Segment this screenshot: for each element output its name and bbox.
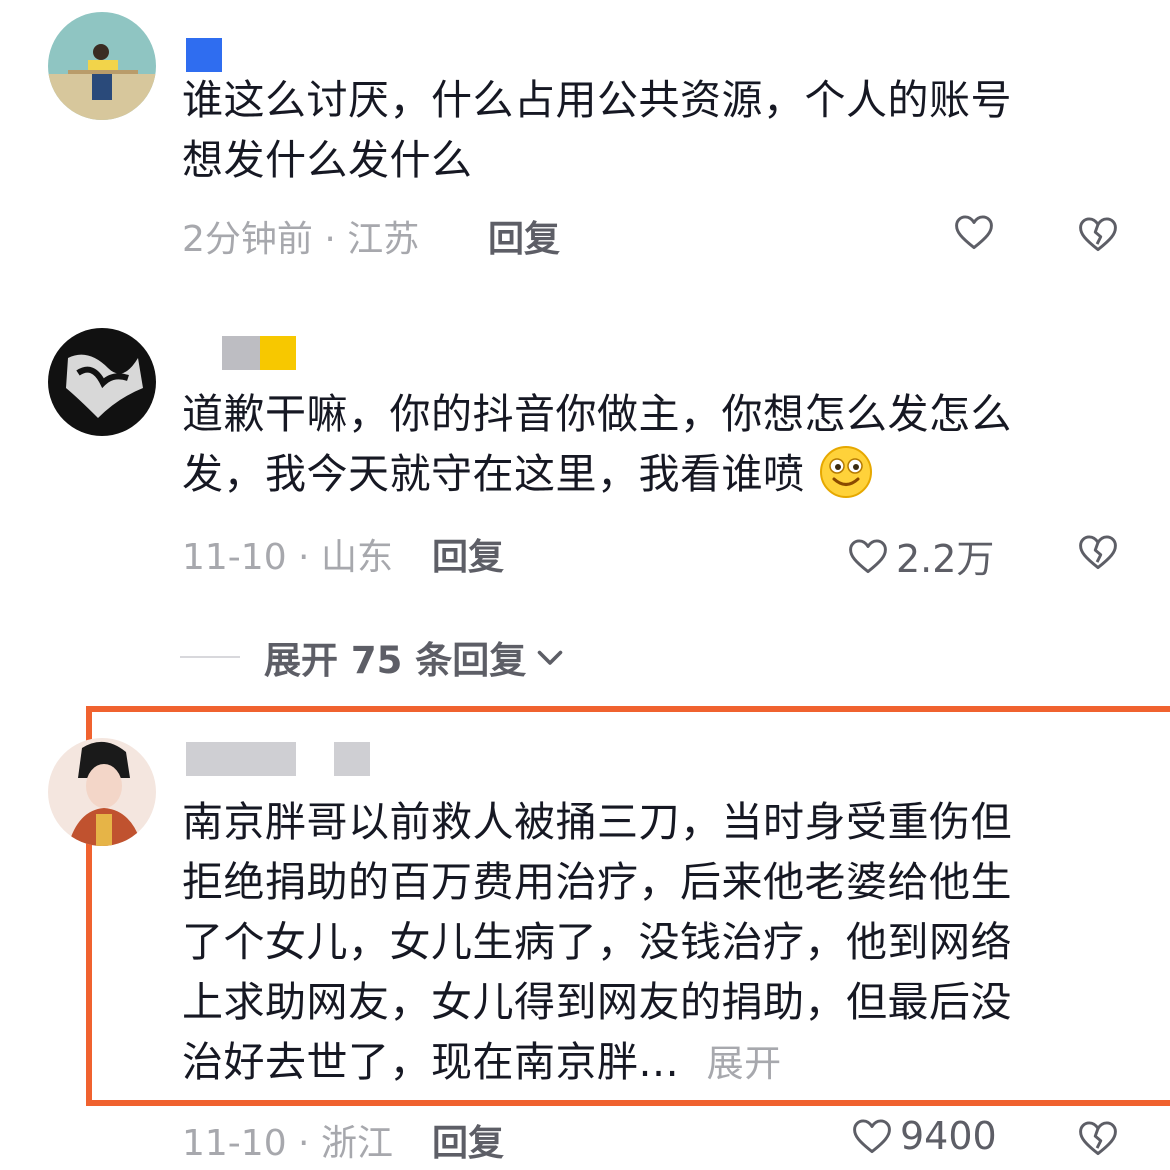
username-blurred xyxy=(186,742,296,776)
like-count: 9400 xyxy=(900,1114,997,1158)
comment-text: 谁这么讨厌，什么占用公共资源，个人的账号 想发什么发什么 xyxy=(182,76,1012,184)
username-blurred xyxy=(222,336,260,370)
broken-heart-icon[interactable] xyxy=(1076,1116,1120,1160)
comment-text: 南京胖哥以前救人被捅三刀，当时身受重伤但 拒绝捐助的百万费用治疗，后来他老婆给他… xyxy=(182,798,1012,1086)
comment-time-location: 11-10 · 山东 xyxy=(182,537,393,578)
expand-replies-button[interactable]: 展开 75 条回复 xyxy=(180,630,568,684)
heart-icon xyxy=(955,215,993,250)
broken-heart-icon[interactable] xyxy=(1076,212,1120,256)
like-button[interactable]: 2.2万 xyxy=(846,528,994,583)
expand-text-button[interactable]: 展开 xyxy=(707,1042,782,1085)
comment-time-location: 2分钟前 · 江苏 xyxy=(182,219,420,260)
expand-replies-label: 展开 75 条回复 xyxy=(264,639,527,682)
like-count: 2.2万 xyxy=(896,537,995,581)
heart-icon xyxy=(853,1119,891,1154)
broken-heart-icon[interactable] xyxy=(1076,530,1120,574)
reply-button[interactable]: 回复 xyxy=(432,528,504,580)
username-blurred xyxy=(334,742,370,776)
reply-button[interactable]: 回复 xyxy=(432,1114,504,1166)
comment-text: 道歉干嘛，你的抖音你做主，你想怎么发怎么 发，我今天就守在这里，我看谁喷 xyxy=(182,390,1012,498)
username-blurred xyxy=(260,336,296,370)
like-button[interactable] xyxy=(952,210,1002,254)
avatar[interactable] xyxy=(48,328,156,436)
chevron-down-icon xyxy=(537,650,563,665)
username-blurred xyxy=(186,38,222,72)
reply-button[interactable]: 回复 xyxy=(488,210,560,262)
like-button[interactable]: 9400 xyxy=(850,1114,997,1158)
comment-time-location: 11-10 · 浙江 xyxy=(182,1123,393,1164)
divider xyxy=(180,656,240,658)
avatar[interactable] xyxy=(48,738,156,846)
smile-emoji-icon xyxy=(820,446,873,498)
avatar[interactable] xyxy=(48,12,156,120)
heart-icon xyxy=(849,539,887,573)
